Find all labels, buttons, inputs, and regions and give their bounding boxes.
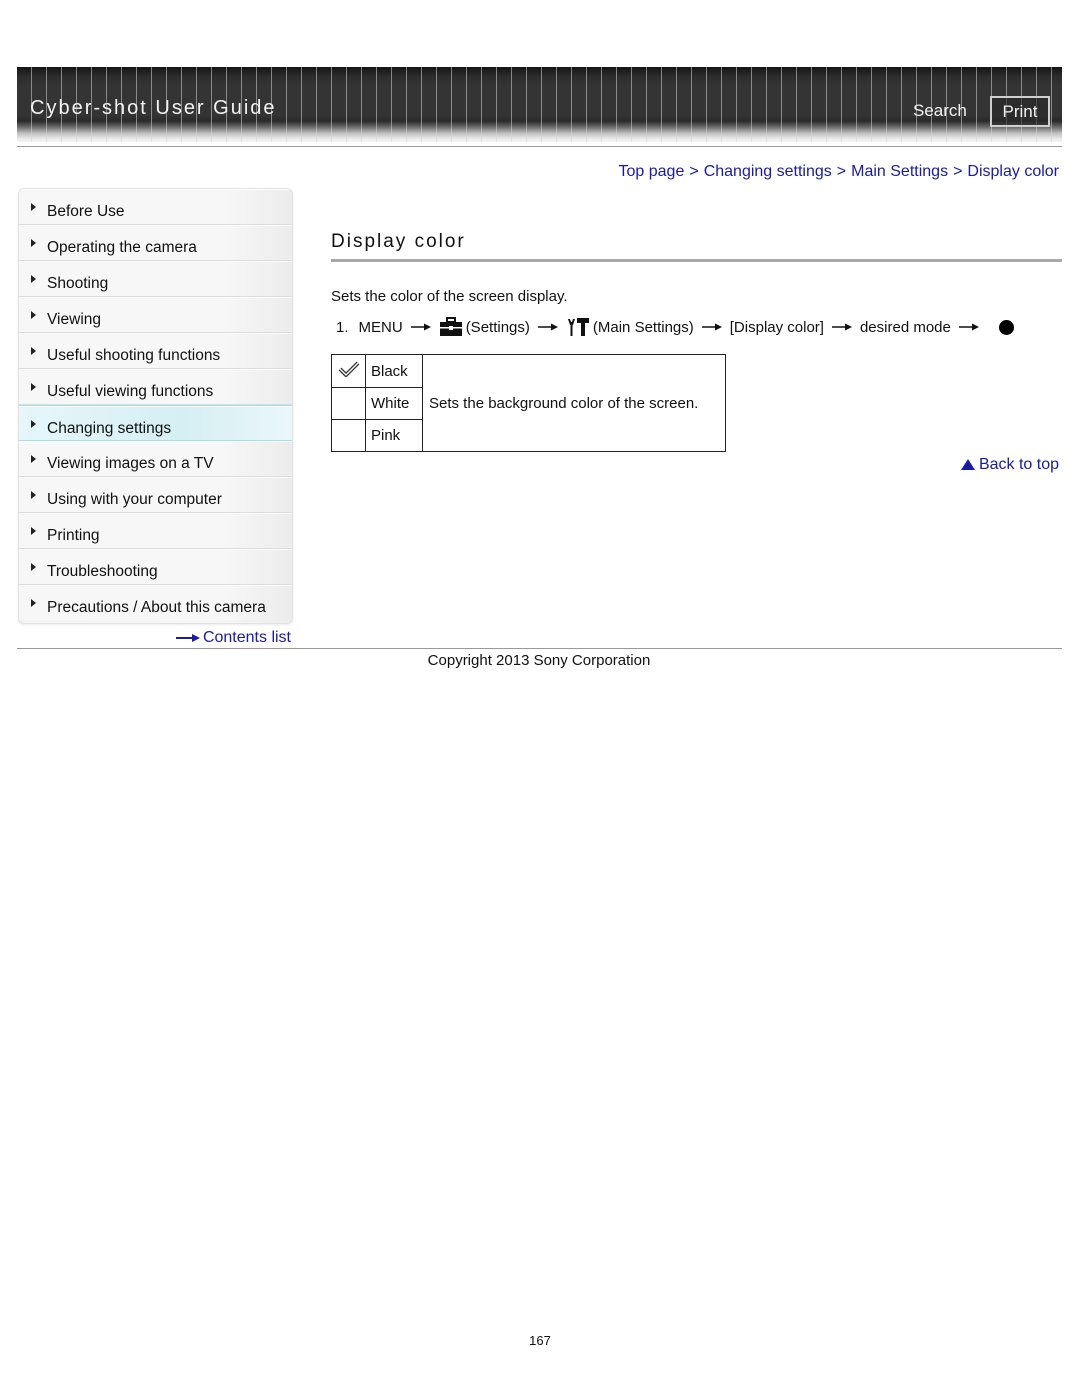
arrow-right-icon: [701, 323, 722, 331]
sidebar-item-useful-viewing-functions[interactable]: Useful viewing functions: [19, 369, 292, 405]
back-to-top-label: Back to top: [978, 456, 1059, 473]
sidebar-item-useful-shooting-functions[interactable]: Useful shooting functions: [19, 333, 292, 369]
step-desired-mode: desired mode: [859, 318, 951, 336]
title-divider: [331, 259, 1062, 262]
step-display-color: [Display color]: [729, 318, 824, 336]
breadcrumb-main-settings[interactable]: Main Settings: [851, 163, 948, 180]
sidebar-item-label: Printing: [47, 527, 100, 544]
arrow-right-icon: [958, 323, 979, 331]
sidebar-item-label: Troubleshooting: [47, 563, 158, 580]
sidebar-item-label: Useful viewing functions: [47, 383, 214, 400]
breadcrumb-separator: >: [689, 163, 699, 180]
sidebar-item-shooting[interactable]: Shooting: [19, 261, 292, 297]
sidebar-item-label: Before Use: [47, 203, 125, 220]
triangle-right-icon: [31, 383, 36, 391]
triangle-right-icon: [31, 455, 36, 463]
triangle-right-icon: [31, 239, 36, 247]
sidebar-item-label: Viewing: [47, 311, 102, 328]
breadcrumb-top-page[interactable]: Top page: [619, 163, 685, 180]
header-banner: Cyber-shot User Guide Search Print: [17, 67, 1062, 142]
sidebar-item-before-use[interactable]: Before Use: [19, 189, 292, 225]
option-description: Sets the background color of the screen.: [422, 354, 726, 452]
sidebar-item-troubleshooting[interactable]: Troubleshooting: [19, 549, 292, 585]
sidebar-item-viewing[interactable]: Viewing: [19, 297, 292, 333]
sidebar-item-label: Viewing images on a TV: [47, 455, 214, 472]
sidebar-item-label: Operating the camera: [47, 239, 197, 256]
triangle-right-icon: [31, 527, 36, 535]
sidebar-item-label: Using with your computer: [47, 491, 222, 508]
breadcrumb-separator: >: [953, 163, 963, 180]
options-table: Black Sets the background color of the s…: [331, 354, 726, 452]
option-name: Pink: [365, 419, 423, 452]
toolbox-icon: [439, 317, 462, 336]
sidebar-item-label: Changing settings: [47, 420, 172, 437]
breadcrumb-display-color[interactable]: Display color: [967, 163, 1059, 180]
triangle-right-icon: [31, 491, 36, 499]
search-button[interactable]: Search: [913, 101, 967, 121]
sidebar-item-label: Shooting: [47, 275, 109, 292]
guide-title: Cyber-shot User Guide: [30, 97, 277, 119]
sidebar-item-operating-the-camera[interactable]: Operating the camera: [19, 225, 292, 261]
sidebar-item-viewing-images-on-a-tv[interactable]: Viewing images on a TV: [19, 441, 292, 477]
triangle-right-icon: [31, 420, 36, 428]
default-indicator-cell: [331, 354, 366, 388]
step-number: 1.: [336, 318, 349, 336]
sidebar-item-changing-settings[interactable]: Changing settings: [19, 405, 292, 441]
sidebar-item-label: Precautions / About this camera: [47, 599, 266, 616]
default-indicator-cell: [331, 419, 366, 452]
sidebar-item-precautions[interactable]: Precautions / About this camera: [19, 585, 292, 620]
default-indicator-cell: [331, 387, 366, 420]
triangle-right-icon: [31, 311, 36, 319]
sidebar-item-label: Useful shooting functions: [47, 347, 221, 364]
triangle-right-icon: [31, 203, 36, 211]
sidebar-item-using-with-your-computer[interactable]: Using with your computer: [19, 477, 292, 513]
step-main-settings-label: (Main Settings): [592, 318, 694, 336]
header-divider: [17, 146, 1062, 147]
footer-divider: [17, 648, 1062, 649]
page-number: 167: [529, 1333, 551, 1348]
triangle-right-icon: [31, 599, 36, 607]
triangle-right-icon: [31, 347, 36, 355]
contents-list-link[interactable]: Contents list: [175, 629, 291, 647]
option-name: Black: [365, 354, 423, 388]
back-to-top-link[interactable]: Back to top: [960, 456, 1059, 474]
triangle-right-icon: [31, 563, 36, 571]
triangle-up-icon: [960, 459, 975, 470]
center-button-icon: [998, 319, 1014, 335]
arrow-right-icon: [410, 323, 431, 331]
triangle-right-icon: [31, 275, 36, 283]
sidebar-item-printing[interactable]: Printing: [19, 513, 292, 549]
step-settings-label: (Settings): [465, 318, 530, 336]
checkmark-icon: [338, 361, 359, 377]
page-title: Display color: [331, 231, 466, 252]
copyright: Copyright 2013 Sony Corporation: [427, 652, 651, 669]
page-description: Sets the color of the screen display.: [331, 288, 568, 305]
wrench-hammer-icon: [567, 318, 589, 336]
arrow-right-icon: [175, 633, 200, 642]
arrow-right-icon: [537, 323, 558, 331]
breadcrumb-separator: >: [836, 163, 847, 180]
print-button[interactable]: Print: [990, 96, 1050, 127]
instruction-step: 1. MENU (Settings) (Main Settings) [Disp…: [336, 317, 1014, 337]
table-row: Black Sets the background color of the s…: [331, 354, 726, 452]
breadcrumb-changing-settings[interactable]: Changing settings: [704, 163, 832, 180]
breadcrumb: Top page > Changing settings > Main Settings…: [619, 163, 1060, 181]
arrow-right-icon: [831, 323, 852, 331]
contents-list-label: Contents list: [202, 629, 291, 646]
sidebar-nav: Before Use Operating the camera Shooting…: [18, 188, 293, 624]
step-menu: MENU: [358, 318, 403, 336]
option-name: White: [365, 387, 423, 420]
